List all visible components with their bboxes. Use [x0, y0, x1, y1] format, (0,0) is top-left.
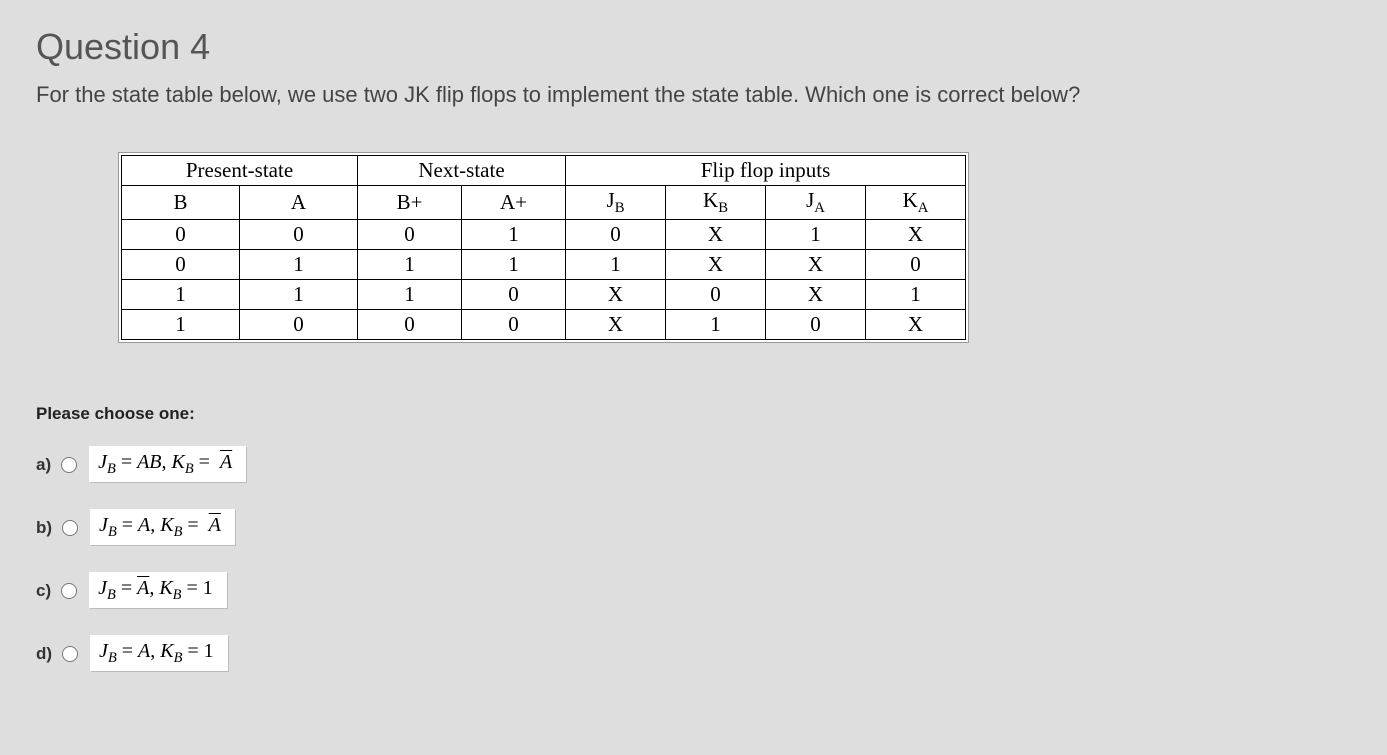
table-group-row: Present-state Next-state Flip flop input…	[122, 156, 966, 186]
state-table-wrap: Present-state Next-state Flip flop input…	[118, 152, 969, 343]
group-header-present: Present-state	[122, 156, 358, 186]
table-row: 1 0 0 0 X 1 0 X	[122, 310, 966, 340]
choose-one-label: Please choose one:	[36, 404, 1351, 424]
question-page: Question 4 For the state table below, we…	[0, 0, 1387, 748]
col-Aplus: A+	[462, 186, 566, 220]
col-JB: JB	[566, 186, 666, 220]
table-row: 0 0 0 1 0 X 1 X	[122, 220, 966, 250]
option-a-equation: JB = AB, KB = A	[89, 446, 247, 483]
option-a[interactable]: a) JB = AB, KB = A	[36, 446, 1351, 483]
group-header-next: Next-state	[358, 156, 566, 186]
table-row: 0 1 1 1 1 X X 0	[122, 250, 966, 280]
col-JA: JA	[766, 186, 866, 220]
option-d-equation: JB = A, KB = 1	[90, 635, 229, 672]
option-letter: b)	[36, 518, 52, 538]
option-c[interactable]: c) JB = A, KB = 1	[36, 572, 1351, 609]
option-b[interactable]: b) JB = A, KB = A	[36, 509, 1351, 546]
option-d[interactable]: d) JB = A, KB = 1	[36, 635, 1351, 672]
option-letter: a)	[36, 455, 51, 475]
col-KB: KB	[666, 186, 766, 220]
col-KA: KA	[866, 186, 966, 220]
table-row: 1 1 1 0 X 0 X 1	[122, 280, 966, 310]
col-Bplus: B+	[358, 186, 462, 220]
options-group: a) JB = AB, KB = A b) JB = A, KB = A c) …	[36, 446, 1351, 672]
col-A: A	[240, 186, 358, 220]
option-c-equation: JB = A, KB = 1	[89, 572, 228, 609]
option-d-radio[interactable]	[62, 646, 78, 662]
question-title: Question 4	[36, 26, 1351, 68]
option-letter: c)	[36, 581, 51, 601]
option-b-equation: JB = A, KB = A	[90, 509, 236, 546]
option-b-radio[interactable]	[62, 520, 78, 536]
option-c-radio[interactable]	[61, 583, 77, 599]
table-sub-row: B A B+ A+ JB KB JA KA	[122, 186, 966, 220]
col-B: B	[122, 186, 240, 220]
group-header-ff: Flip flop inputs	[566, 156, 966, 186]
question-prompt: For the state table below, we use two JK…	[36, 82, 1351, 108]
option-a-radio[interactable]	[61, 457, 77, 473]
state-table: Present-state Next-state Flip flop input…	[121, 155, 966, 340]
option-letter: d)	[36, 644, 52, 664]
